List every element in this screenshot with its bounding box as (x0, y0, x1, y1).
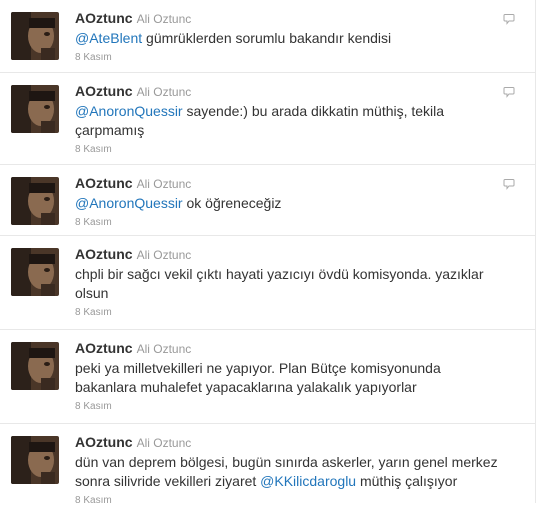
tweet-text-body: ok öğreneceğiz (182, 195, 282, 211)
avatar-photo-icon (11, 342, 59, 390)
avatar[interactable] (11, 177, 59, 225)
mention-link[interactable]: @AnoronQuessir (75, 103, 183, 119)
reply-icon[interactable] (503, 13, 515, 25)
tweet-item[interactable]: AOztunc Ali Oztunc @AnoronQuessir ok öğre… (0, 165, 536, 236)
avatar[interactable] (11, 436, 59, 484)
tweet-text: dün van deprem bölgesi, bugün sınırda as… (75, 453, 505, 491)
mention-link[interactable]: @AteBlent (75, 30, 142, 46)
screen-name[interactable]: AOztunc (75, 434, 133, 450)
avatar-photo-icon (11, 12, 59, 60)
tweet-text: @AteBlent gümrüklerden sorumlu bakandır … (75, 29, 505, 48)
tweet-header: AOztunc Ali Oztunc (75, 9, 505, 28)
tweet-header: AOztunc Ali Oztunc (75, 82, 505, 101)
tweet-item[interactable]: AOztunc Ali Oztunc peki ya milletvekiller… (0, 330, 536, 424)
tweet-item[interactable]: AOztunc Ali Oztunc @AnoronQuessir sayende… (0, 73, 536, 165)
avatar-photo-icon (11, 248, 59, 296)
tweet-text: peki ya milletvekilleri ne yapıyor. Plan… (75, 360, 441, 395)
avatar[interactable] (11, 85, 59, 133)
full-name: Ali Oztunc (136, 436, 192, 450)
tweet-header: AOztunc Ali Oztunc (75, 174, 505, 193)
tweet-text: @AnoronQuessir sayende:) bu arada dikkat… (75, 102, 505, 140)
full-name: Ali Oztunc (136, 12, 192, 26)
tweet-text: @AnoronQuessir ok öğreneceğiz (75, 194, 505, 213)
tweet-timeline: AOztunc Ali Oztunc @AteBlent gümrüklerden… (0, 0, 538, 506)
full-name: Ali Oztunc (136, 248, 192, 262)
avatar-photo-icon (11, 85, 59, 133)
tweet-header: AOztunc Ali Oztunc (75, 245, 505, 264)
avatar[interactable] (11, 12, 59, 60)
timestamp[interactable]: 8 Kasım (75, 306, 505, 319)
tweet-text: chpli bir sağcı vekil çıktı hayati yazıc… (75, 266, 484, 301)
tweet-item[interactable]: AOztunc Ali Oztunc @AteBlent gümrüklerden… (0, 0, 536, 73)
reply-icon[interactable] (503, 86, 515, 98)
avatar-photo-icon (11, 436, 59, 484)
tweet-header: AOztunc Ali Oztunc (75, 433, 505, 452)
mention-link[interactable]: @KKilicdaroglu (260, 473, 356, 489)
full-name: Ali Oztunc (136, 85, 192, 99)
avatar[interactable] (11, 342, 59, 390)
tweet-item[interactable]: AOztunc Ali Oztunc dün van deprem bölgesi… (0, 424, 536, 506)
screen-name[interactable]: AOztunc (75, 246, 133, 262)
screen-name[interactable]: AOztunc (75, 175, 133, 191)
tweet-header: AOztunc Ali Oztunc (75, 339, 505, 358)
avatar-photo-icon (11, 177, 59, 225)
avatar[interactable] (11, 248, 59, 296)
timestamp[interactable]: 8 Kasım (75, 494, 505, 507)
screen-name[interactable]: AOztunc (75, 10, 133, 26)
tweet-text-body: gümrüklerden sorumlu bakandır kendisi (142, 30, 392, 46)
reply-icon[interactable] (503, 178, 515, 190)
timestamp[interactable]: 8 Kasım (75, 216, 505, 229)
mention-link[interactable]: @AnoronQuessir (75, 195, 183, 211)
full-name: Ali Oztunc (136, 177, 192, 191)
tweet-text-tail: müthiş çalışıyor (356, 473, 458, 489)
timestamp[interactable]: 8 Kasım (75, 400, 505, 413)
timestamp[interactable]: 8 Kasım (75, 51, 505, 64)
full-name: Ali Oztunc (136, 342, 192, 356)
screen-name[interactable]: AOztunc (75, 83, 133, 99)
screen-name[interactable]: AOztunc (75, 340, 133, 356)
timestamp[interactable]: 8 Kasım (75, 143, 505, 156)
tweet-item[interactable]: AOztunc Ali Oztunc chpli bir sağcı vekil … (0, 236, 536, 330)
